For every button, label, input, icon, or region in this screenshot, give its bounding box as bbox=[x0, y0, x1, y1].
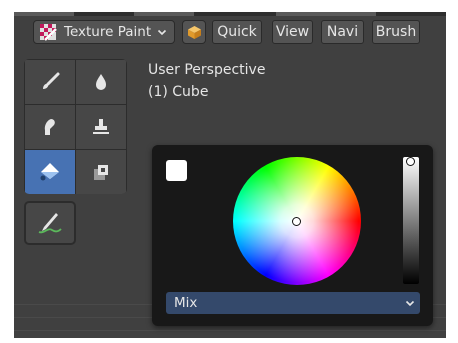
tool-fill[interactable] bbox=[25, 150, 75, 194]
mask-icon bbox=[94, 165, 108, 180]
viewport-header: Texture Paint Quick View Navi Brush bbox=[14, 20, 446, 46]
menu-brush[interactable]: Brush bbox=[372, 20, 420, 44]
menu-navi[interactable]: Navi bbox=[321, 20, 364, 44]
menu-quick[interactable]: Quick bbox=[212, 20, 262, 44]
object-cube-button[interactable] bbox=[182, 20, 206, 44]
texture-paint-icon bbox=[40, 24, 57, 41]
tool-draw[interactable] bbox=[25, 60, 75, 104]
tool-smear[interactable] bbox=[25, 105, 75, 149]
tool-shelf bbox=[24, 59, 127, 194]
tool-annotate[interactable] bbox=[24, 201, 76, 245]
chevron-down-icon bbox=[405, 300, 415, 307]
tool-mask[interactable] bbox=[76, 150, 126, 194]
annotate-icon bbox=[38, 213, 62, 234]
perspective-label: User Perspective bbox=[148, 62, 266, 78]
current-color-swatch[interactable] bbox=[166, 160, 187, 181]
chevron-down-icon bbox=[157, 29, 167, 36]
grid-line bbox=[14, 330, 446, 331]
top-tab-strip bbox=[14, 12, 446, 16]
color-picker-popup: Mix bbox=[152, 145, 433, 326]
object-label: (1) Cube bbox=[148, 84, 209, 100]
soften-drop-icon bbox=[96, 74, 106, 90]
clone-stamp-icon bbox=[93, 119, 109, 134]
blend-mode-label: Mix bbox=[174, 295, 198, 311]
smear-icon bbox=[44, 119, 55, 135]
draw-brush-icon bbox=[43, 72, 60, 89]
fill-bucket-icon bbox=[40, 163, 59, 181]
3d-viewport[interactable]: Texture Paint Quick View Navi Brush User… bbox=[14, 12, 446, 338]
value-slider[interactable] bbox=[403, 157, 419, 284]
value-slider-handle[interactable] bbox=[406, 157, 415, 166]
tool-soften[interactable] bbox=[76, 60, 126, 104]
mode-label: Texture Paint bbox=[64, 24, 152, 40]
wheel-cursor[interactable] bbox=[292, 217, 301, 226]
menu-view[interactable]: View bbox=[272, 20, 313, 44]
mode-selector[interactable]: Texture Paint bbox=[33, 20, 175, 44]
tool-clone[interactable] bbox=[76, 105, 126, 149]
cube-icon bbox=[187, 25, 201, 39]
blend-mode-select[interactable]: Mix bbox=[166, 292, 420, 314]
